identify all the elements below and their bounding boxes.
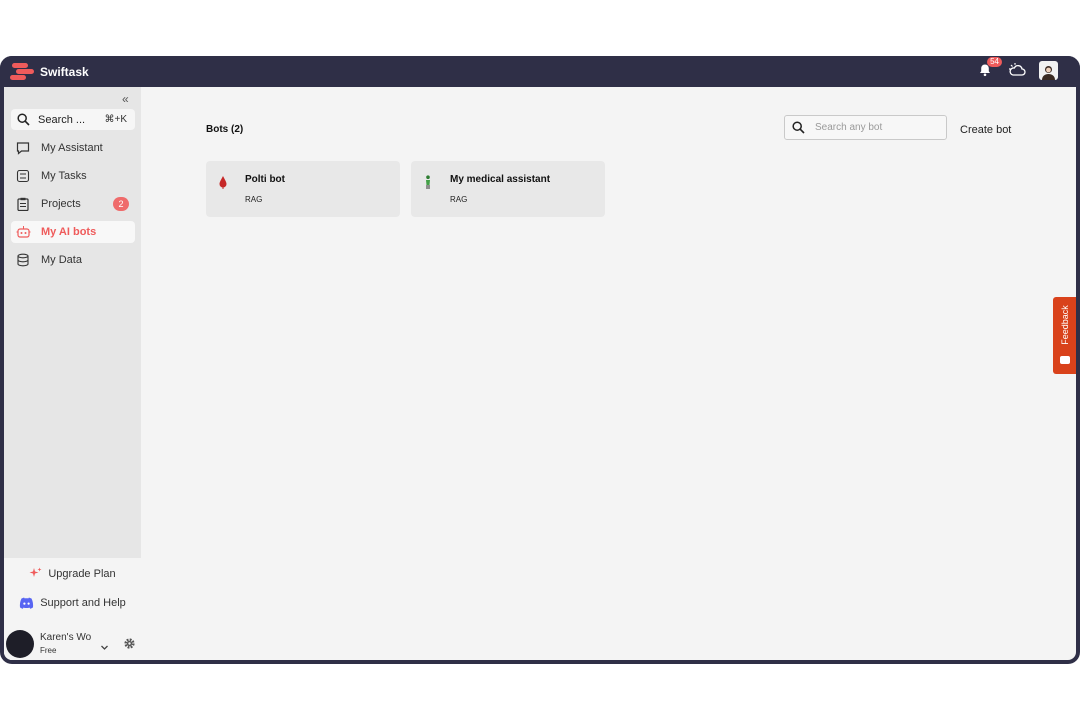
sidebar-item-label: My Tasks (41, 170, 87, 182)
user-avatar (6, 630, 34, 658)
bot-card[interactable]: My medical assistant RAG (411, 161, 605, 217)
sidebar-footer: Upgrade Plan Support and Help Karen's Wo… (4, 558, 141, 660)
main-panel: Bots (2) Create bot Polti bot RAG (141, 87, 1076, 660)
search-shortcut: ⌘+K (104, 114, 127, 125)
sidebar-search-label: Search ... (38, 113, 86, 126)
figure-icon (423, 175, 433, 195)
bot-search-input[interactable] (815, 122, 935, 133)
sidebar-item-my-tasks[interactable]: My Tasks (11, 165, 135, 187)
user-name: Karen's Wo (40, 632, 92, 643)
avatar-icon (1042, 65, 1055, 80)
discord-icon (19, 597, 34, 609)
collapse-sidebar-icon[interactable]: « (122, 92, 129, 106)
gear-icon[interactable] (123, 637, 136, 655)
sidebar-item-label: My Data (41, 254, 82, 266)
sidebar-item-label: Projects (41, 198, 81, 210)
sidebar-item-my-data[interactable]: My Data (11, 249, 135, 271)
chat-bubble-icon (15, 140, 31, 156)
chevron-down-icon[interactable] (100, 639, 109, 657)
sparkle-icon (29, 567, 42, 580)
top-bar: Swiftask 54 (0, 56, 1080, 87)
bot-type: RAG (450, 195, 468, 204)
app-logo[interactable]: Swiftask (10, 62, 89, 82)
bot-search-box[interactable] (784, 115, 947, 140)
bot-name: My medical assistant (450, 174, 551, 185)
robot-icon (15, 224, 31, 240)
feedback-icon (1059, 356, 1070, 364)
drop-icon (218, 175, 228, 194)
search-icon (792, 121, 805, 134)
notifications-button[interactable]: 54 (975, 57, 1002, 80)
page-title: Bots (2) (206, 124, 244, 135)
app-title: Swiftask (40, 64, 89, 79)
sidebar-search[interactable]: Search ... ⌘+K (11, 109, 135, 130)
database-icon (15, 252, 31, 268)
user-plan: Free (40, 646, 57, 655)
feedback-label: Feedback (1059, 304, 1070, 345)
sidebar-item-my-assistant[interactable]: My Assistant (11, 137, 135, 159)
app-window: Swiftask 54 « Search ... ⌘+K My Assistan… (0, 56, 1080, 664)
bot-card[interactable]: Polti bot RAG (206, 161, 400, 217)
weather-button[interactable] (1007, 60, 1027, 80)
bot-type: RAG (245, 195, 263, 204)
support-and-help-label: Support and Help (40, 597, 126, 609)
weather-icon (1009, 63, 1026, 76)
bot-name: Polti bot (245, 174, 285, 185)
content-area: « Search ... ⌘+K My Assistant My Tasks P… (4, 87, 1076, 660)
user-profile[interactable]: Karen's Wo Free (6, 630, 139, 658)
upgrade-plan-button[interactable]: Upgrade Plan (4, 567, 141, 580)
sidebar-item-label: My AI bots (41, 226, 97, 238)
notification-count-badge: 54 (987, 57, 1002, 67)
feedback-button[interactable]: Feedback (1053, 297, 1076, 374)
sidebar-item-projects[interactable]: Projects 2 (11, 193, 135, 215)
tasks-icon (15, 168, 31, 184)
user-avatar-button[interactable] (1039, 60, 1058, 80)
sidebar-item-my-ai-bots[interactable]: My AI bots (11, 221, 135, 243)
sidebar: « Search ... ⌘+K My Assistant My Tasks P… (4, 87, 141, 660)
search-icon (17, 113, 30, 126)
upgrade-plan-label: Upgrade Plan (48, 567, 116, 580)
sidebar-item-label: My Assistant (41, 142, 103, 154)
create-bot-button[interactable]: Create bot (960, 124, 1011, 136)
clipboard-icon (15, 196, 31, 212)
swiftask-logo-icon (10, 62, 34, 82)
support-and-help-button[interactable]: Support and Help (4, 597, 141, 609)
projects-count-badge: 2 (113, 197, 129, 211)
